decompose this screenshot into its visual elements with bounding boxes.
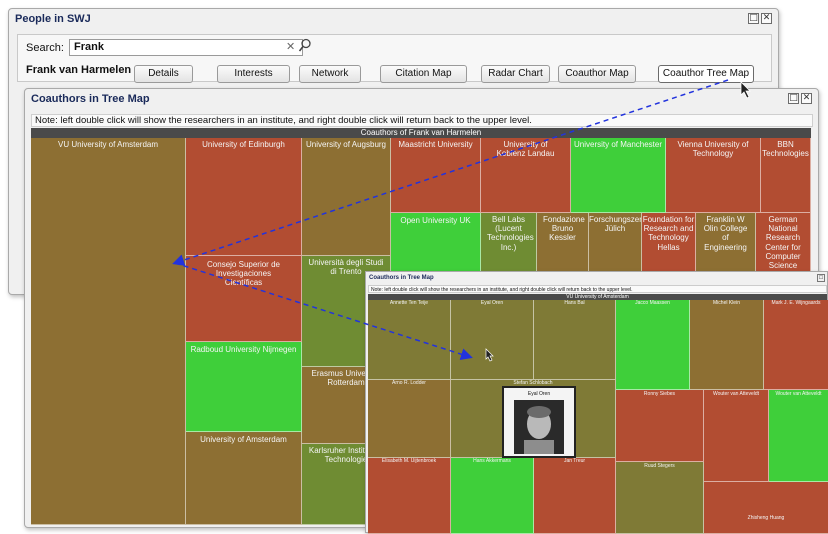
treemap-cell[interactable]: Bell Labs (Lucent Technologies Inc.) [481,213,537,273]
treemap-cell[interactable]: Forschungszentrum Jülich [589,213,642,273]
zoom-cell[interactable]: Ronny Siebes [616,390,704,462]
treemap-cell[interactable]: University of Manchester [571,138,666,213]
search-panel: Search: Frank ✕ Frank van Harmelen Detai… [17,34,772,83]
search-icon[interactable] [298,38,312,53]
maximize-icon[interactable]: □ [748,13,759,24]
treemap-cell[interactable]: University of Edinburgh [186,138,302,256]
zoom-cell[interactable]: Wouter van Atteveldt [769,390,828,482]
treemap-cell[interactable]: University of Amsterdam [186,432,302,525]
search-label: Search: [26,42,64,54]
zoom-cell[interactable]: Arno R. Lodder [368,380,451,458]
researcher-photo [514,400,564,454]
cursor-icon [485,348,494,362]
treemap-cell[interactable]: VU University of Amsterdam [31,138,186,525]
treemap-window-controls: □ ✕ [788,93,812,104]
zoom-window: Coauthors in Tree Map □ Note: left doubl… [365,271,828,534]
zoom-cell[interactable]: Eyal Oren [451,300,534,380]
zoom-cell[interactable]: Hans Akkermans [451,458,534,534]
close-icon[interactable]: ✕ [801,93,812,104]
zoom-cell[interactable]: Mark J. E. Wijngaards [764,300,828,390]
treemap-cell[interactable]: BBN Technologies [761,138,811,213]
tooltip-name: Eyal Oren [527,391,551,397]
treemap-cell[interactable]: Fondazione Bruno Kessler [537,213,589,273]
treemap-cell[interactable]: Consejo Superior de Investigaciones Cien… [186,256,302,342]
tab-citation-map[interactable]: Citation Map [380,65,467,83]
cursor-icon [740,81,751,99]
clear-icon[interactable]: ✕ [286,40,295,53]
treemap-cell[interactable]: Vienna University of Technology [666,138,761,213]
tab-interests[interactable]: Interests [217,65,290,83]
close-icon[interactable]: ✕ [761,13,772,24]
person-name: Frank van Harmelen [26,64,132,76]
zoom-close-icon[interactable]: □ [817,274,825,282]
treemap-cell[interactable]: Open University UK [391,213,481,273]
tab-network[interactable]: Network [299,65,361,83]
treemap-cell[interactable]: Franklin W Olin College of Engineering [696,213,756,273]
researcher-tooltip: Eyal Oren [502,386,576,458]
search-input-value: Frank [74,41,104,53]
tab-radar-chart[interactable]: Radar Chart [481,65,550,83]
zoom-treemap-area: Annette Ten Teije Eyal Oren Hans Bal Jac… [368,300,828,534]
treemap-cell[interactable]: University of Augsburg [302,138,391,256]
treemap-cell[interactable]: German National Research Center for Comp… [756,213,811,273]
zoom-cell[interactable]: Jan Treur [534,458,616,534]
people-window-controls: □ ✕ [748,13,772,24]
zoom-cell[interactable]: Michel Klein [690,300,764,390]
people-window-title: People in SWJ [15,13,91,25]
zoom-cell[interactable]: Wouter van Atteveldt [704,390,769,482]
maximize-icon[interactable]: □ [788,93,799,104]
zoom-cell[interactable]: Annette Ten Teije [368,300,451,380]
treemap-cell[interactable]: University of Koblenz Landau [481,138,571,213]
zoom-cell[interactable]: Elisabeth M. Uijtenbroek [368,458,451,534]
treemap-cell[interactable]: Radboud University Nijmegen [186,342,302,432]
treemap-cell[interactable]: Foundation for Research and Technology H… [642,213,696,273]
treemap-header: Coauthors of Frank van Harmelen [31,128,811,138]
zoom-cell[interactable]: Hans Bal [534,300,616,380]
tab-coauthor-map[interactable]: Coauthor Map [558,65,636,83]
zoom-window-title: Coauthors in Tree Map [369,275,434,281]
zoom-cell[interactable]: Jacco Maassen [616,300,690,390]
zoom-note: Note: left double click will show the re… [368,285,827,293]
zoom-cell[interactable]: Zhisheng Huang [704,482,828,534]
treemap-cell[interactable]: Maastricht University [391,138,481,213]
treemap-note: Note: left double click will show the re… [31,114,813,127]
zoom-cell[interactable]: Ruud Stegers [616,462,704,534]
treemap-window-title: Coauthors in Tree Map [31,93,150,105]
tab-details[interactable]: Details [134,65,193,83]
search-input[interactable]: Frank [69,39,303,56]
